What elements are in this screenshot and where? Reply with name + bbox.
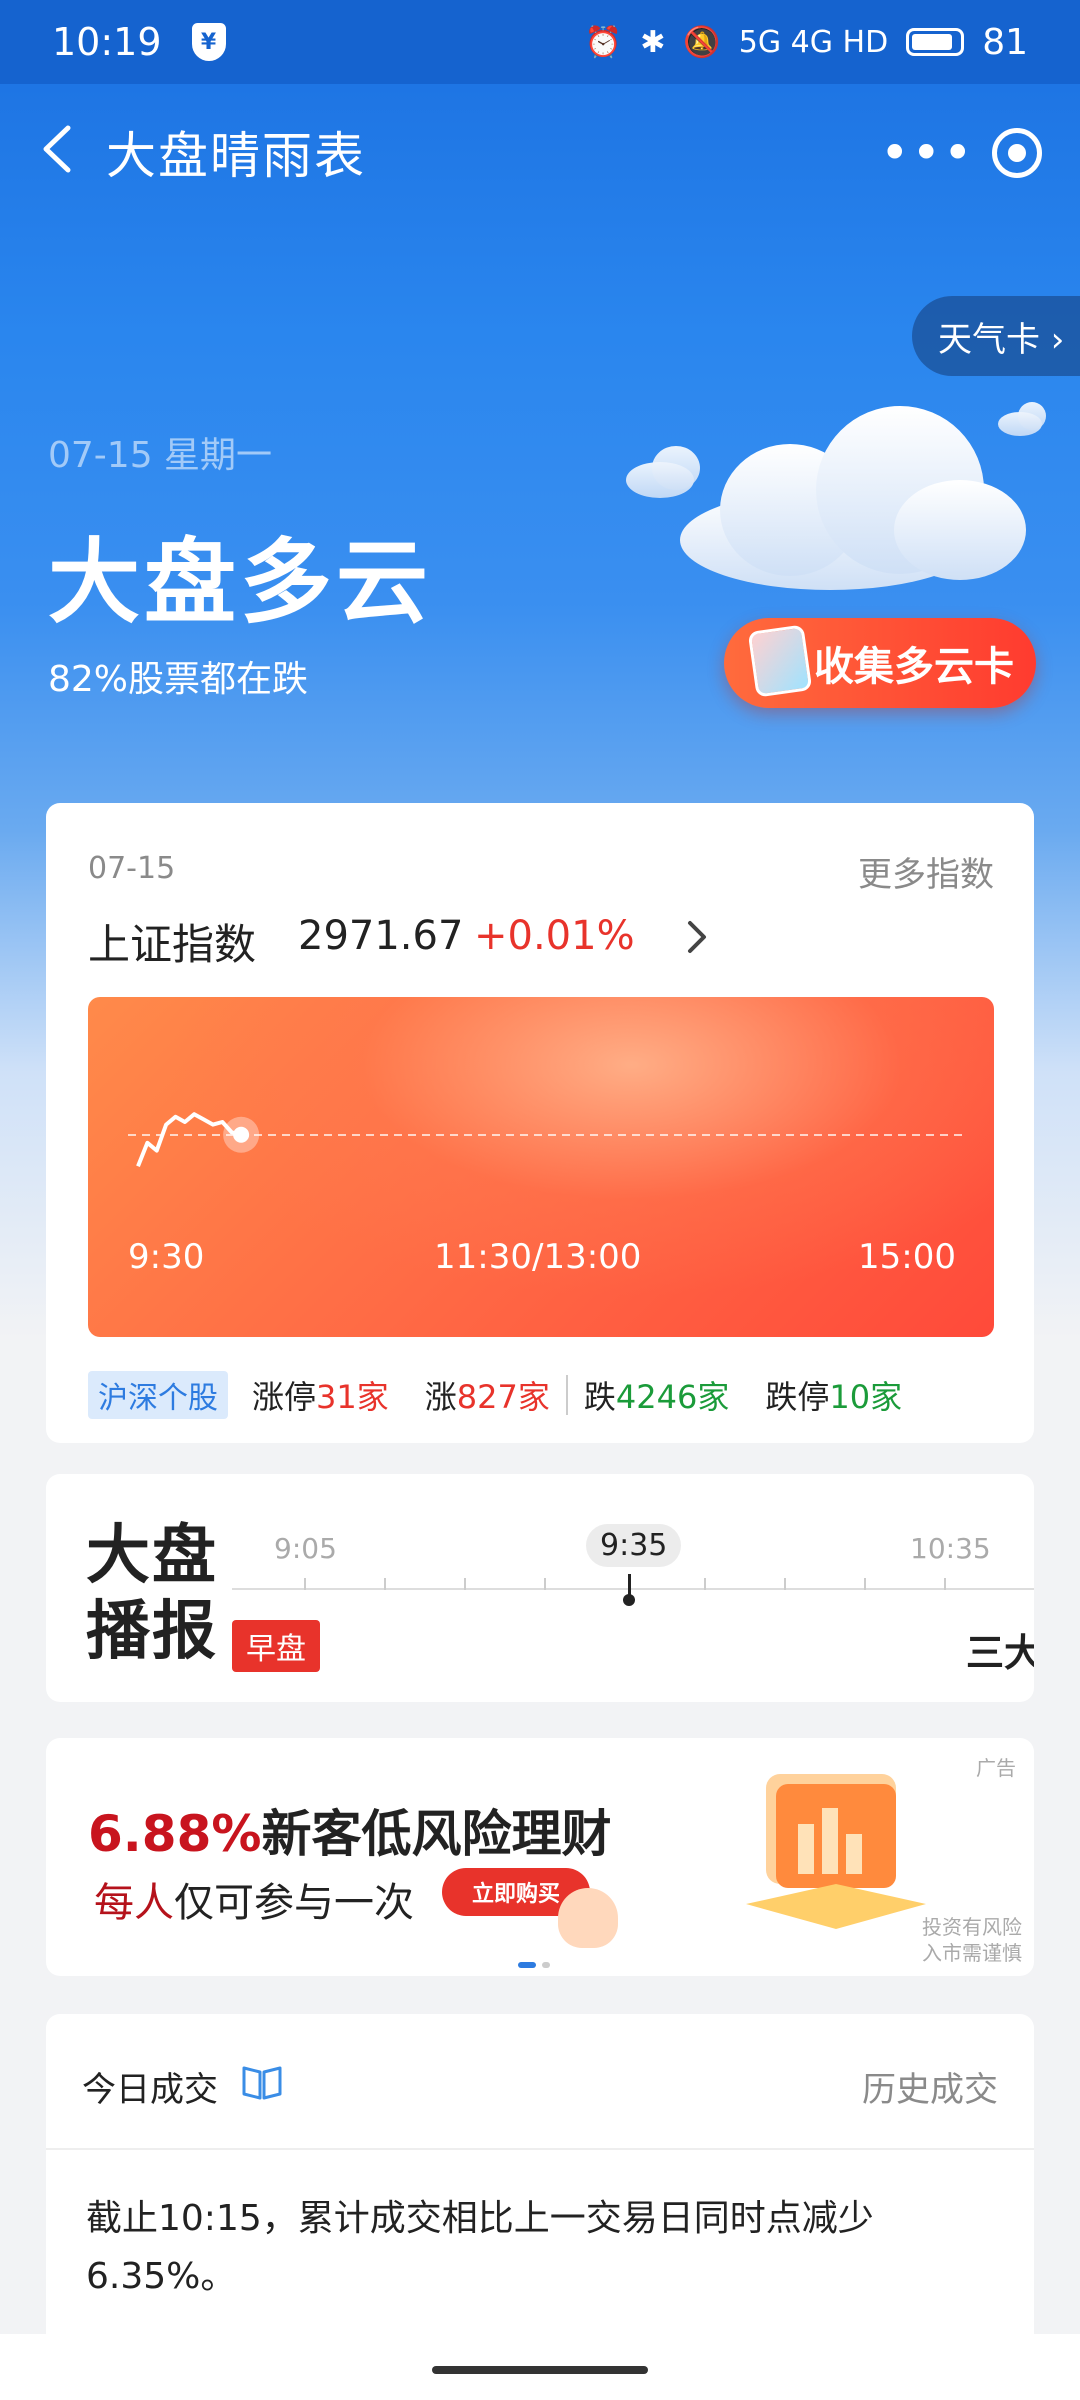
status-icons: ⏰ ✱ 🔕 5G 4G HD 81 [585, 22, 1028, 63]
hand-pointer-icon [558, 1888, 618, 1948]
market-weather-subtitle: 82%股票都在跌 [48, 659, 309, 700]
chart-svg [128, 1112, 968, 1167]
limit-down-stat: 跌停10家 [765, 1378, 903, 1416]
home-indicator[interactable] [432, 2366, 648, 2374]
limit-up-stat: 涨停31家 [252, 1378, 389, 1416]
timeline-tick [704, 1578, 706, 1590]
timeline-track[interactable] [232, 1588, 1034, 1590]
weather-card-button[interactable]: 天气卡 › [912, 296, 1080, 376]
session-tag: 早盘 [232, 1620, 320, 1672]
timeline-marker[interactable] [623, 1574, 635, 1606]
shield-icon: ¥ [191, 23, 226, 61]
timeline-current-time[interactable]: 9:35 [586, 1524, 682, 1567]
page-title: 大盘晴雨表 [106, 127, 366, 185]
carousel-dots [518, 1962, 550, 1968]
market-broadcast[interactable]: 大盘 播报 早盘 9:05 9:35 10:35 三大 [46, 1474, 1034, 1702]
battery-icon [906, 28, 965, 56]
more-indices-link[interactable]: 更多指数 [858, 847, 994, 896]
mute-icon: 🔕 [683, 24, 721, 60]
index-value: 2971.67 [298, 913, 464, 959]
back-icon[interactable] [36, 124, 80, 174]
volume-summary: 截止10:15，累计成交相比上一交易日同时点减少6.35%。 [86, 2198, 874, 2297]
chevron-right-icon[interactable] [682, 917, 712, 957]
broadcast-logo: 大盘 播报 [86, 1519, 218, 1669]
ad-subtitle: 每人仅可参与一次 [94, 1880, 414, 1926]
history-volume-link[interactable]: 历史成交 [862, 2062, 998, 2111]
divider [565, 1375, 568, 1415]
today-volume-card: 今日成交 历史成交 截止10:15，累计成交相比上一交易日同时点减少6.35%。 [46, 2014, 1034, 2334]
volume-title: 今日成交 [82, 2070, 218, 2110]
battery-level: 81 [982, 21, 1028, 63]
status-time: 10:19 [52, 20, 162, 64]
ad-banner[interactable]: 广告 6.88%新客低风险理财 每人仅可参与一次 立即购买 投资有风险 入市需谨慎 [46, 1738, 1034, 1976]
miniprogram-close-icon[interactable] [992, 128, 1042, 178]
cloud-icon [626, 402, 1046, 590]
timeline-tick [944, 1578, 946, 1590]
index-date: 07-15 [88, 851, 176, 886]
timeline-tick [304, 1578, 306, 1590]
gesture-bar [0, 2334, 1080, 2400]
timeline-tick [544, 1578, 546, 1590]
x-tick-label: 9:30 [128, 1237, 205, 1277]
x-tick-label: 11:30/13:00 [434, 1237, 642, 1277]
intraday-chart[interactable]: 9:30 11:30/13:00 15:00 [88, 997, 994, 1337]
chart-illustration-icon [746, 1774, 926, 1929]
ad-title: 6.88%新客低风险理财 [88, 1805, 612, 1863]
carousel-dot-active [518, 1962, 536, 1968]
ad-risk-notice: 投资有风险 入市需谨慎 [922, 1915, 1022, 1965]
bluetooth-icon: ✱ [640, 24, 666, 60]
index-name[interactable]: 上证指数 [88, 911, 256, 972]
index-change: +0.01% [474, 913, 635, 959]
alarm-icon: ⏰ [584, 24, 623, 60]
timeline-tick [864, 1578, 866, 1590]
market-breadth: 沪深个股 涨停31家 涨827家 跌4246家 跌停10家 [88, 1371, 994, 1419]
x-tick-label: 15:00 [858, 1237, 956, 1277]
broadcast-preview: 三大 [966, 1631, 1034, 1675]
current-point [233, 1126, 250, 1143]
stock-scope-tag: 沪深个股 [88, 1371, 228, 1419]
market-weather-title: 大盘多云 [48, 529, 433, 636]
ad-label: 广告 [976, 1756, 1016, 1780]
carousel-dot [542, 1962, 550, 1968]
timeline-tick [384, 1578, 386, 1590]
network-label: 5G 4G HD [738, 24, 889, 60]
collect-card-label: 收集多云卡 [814, 644, 1014, 690]
divider [46, 2148, 1034, 2150]
timeline-time[interactable]: 9:05 [274, 1532, 337, 1565]
card-icon [747, 624, 813, 698]
more-icon[interactable]: ••• [880, 124, 974, 182]
up-stat: 涨827家 [424, 1378, 550, 1416]
timeline-tick [784, 1578, 786, 1590]
down-stat: 跌4246家 [583, 1378, 730, 1416]
top-nav: 大盘晴雨表 ••• [0, 84, 1080, 214]
timeline-time[interactable]: 10:35 [910, 1532, 991, 1565]
hero-date: 07-15 星期一 [48, 435, 273, 476]
index-card: 07-15 更多指数 上证指数 2971.67 +0.01% 9:30 11:3… [46, 803, 1034, 1443]
timeline-tick [464, 1578, 466, 1590]
collect-card-button[interactable]: 收集多云卡 [724, 618, 1036, 708]
book-icon[interactable] [240, 2062, 284, 2102]
status-bar: 10:19 ¥ ⏰ ✱ 🔕 5G 4G HD 81 [0, 0, 1080, 84]
